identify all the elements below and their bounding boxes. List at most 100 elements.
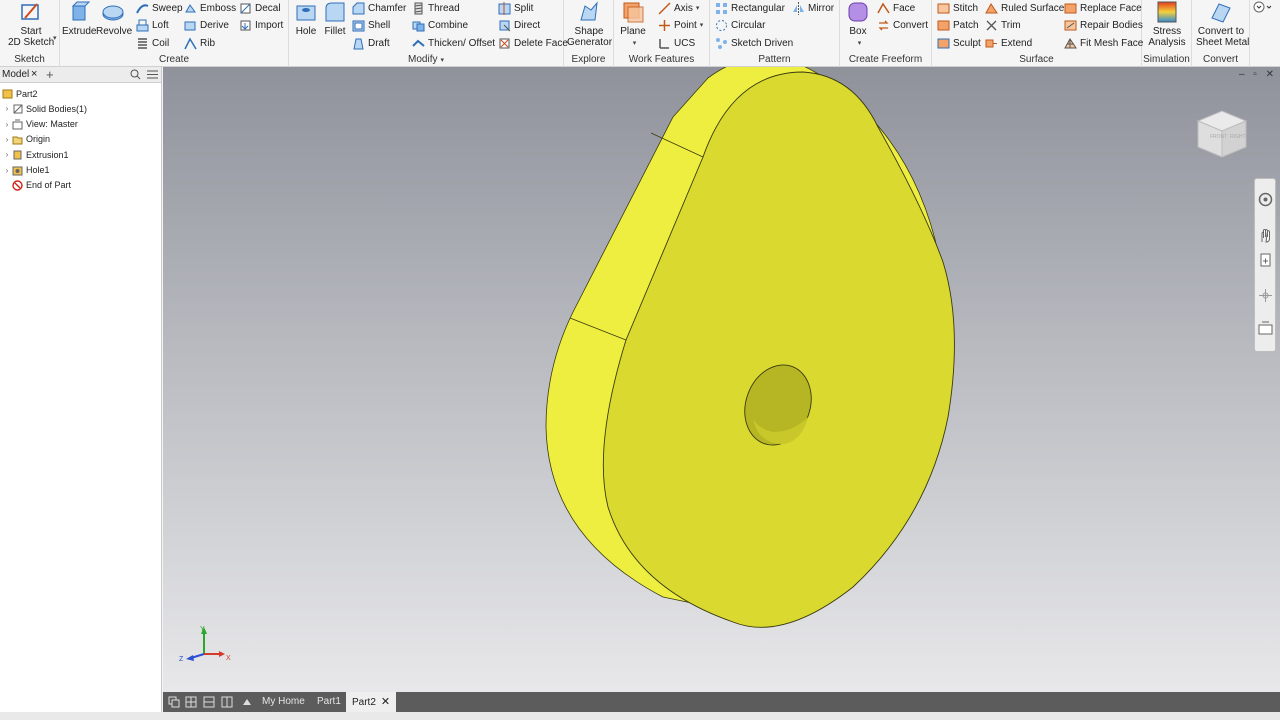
ucs-button[interactable]: UCS: [658, 35, 695, 51]
convert-freeform-button[interactable]: Convert: [877, 17, 928, 33]
import-button[interactable]: Import: [239, 17, 283, 33]
shape-generator-button[interactable]: Shape Generator: [567, 0, 612, 48]
rectangular-pattern-button[interactable]: Rectangular: [715, 0, 785, 16]
draft-button[interactable]: Draft: [352, 35, 390, 51]
steering-wheel-icon[interactable]: [1258, 192, 1273, 207]
pan-hand-icon[interactable]: [1258, 228, 1273, 243]
chevron-down-icon[interactable]: ▾: [53, 34, 57, 42]
combine-label: Combine: [428, 19, 469, 31]
menu-icon[interactable]: [147, 70, 158, 79]
combine-button[interactable]: Combine: [412, 17, 468, 33]
start-sketch-label-1: Start: [20, 26, 42, 37]
chevron-right-icon[interactable]: ›: [3, 166, 11, 175]
tree-item[interactable]: Part2: [1, 86, 38, 101]
tab-part1[interactable]: Part1: [311, 692, 347, 712]
close-icon[interactable]: ×: [31, 68, 37, 80]
tree-item[interactable]: › Solid Bodies(1): [3, 101, 87, 116]
chevron-right-icon[interactable]: ›: [3, 150, 11, 159]
convert-to-sheet-metal-button[interactable]: Convert to Sheet Metal: [1196, 0, 1249, 48]
cascade-windows-icon[interactable]: [168, 696, 180, 708]
chevron-right-icon[interactable]: ›: [3, 104, 11, 113]
mirror-button[interactable]: Mirror: [792, 0, 834, 16]
thread-button[interactable]: Thread: [412, 0, 460, 16]
fillet-button[interactable]: Fillet: [318, 0, 352, 37]
tree-item[interactable]: End of Part: [3, 178, 71, 193]
tree-item[interactable]: › View: Master: [3, 117, 78, 132]
chevron-right-icon[interactable]: ›: [3, 120, 11, 129]
ruled-surface-button[interactable]: Ruled Surface: [985, 0, 1064, 16]
delete-face-button[interactable]: Delete Face: [498, 35, 568, 51]
box-label: Box: [849, 26, 867, 37]
restore-icon[interactable]: ▫: [1253, 69, 1257, 80]
draft-label: Draft: [368, 37, 390, 49]
axis-button[interactable]: Axis ▾: [658, 0, 699, 16]
search-icon[interactable]: [130, 69, 141, 80]
create-freeform-panel-title: Create Freeform: [848, 54, 923, 65]
tree-item[interactable]: › Extrusion1: [3, 147, 69, 162]
tab-list-arrow-icon[interactable]: [241, 696, 253, 708]
patch-button[interactable]: Patch: [937, 17, 979, 33]
tile-windows-icon[interactable]: [185, 696, 197, 708]
tab-part1-label: Part1: [317, 696, 341, 707]
rib-button[interactable]: Rib: [184, 35, 215, 51]
revolve-button[interactable]: Revolve: [96, 0, 132, 37]
replace-face-button[interactable]: Replace Face: [1064, 0, 1142, 16]
sketch-panel: Start 2D Sketch ▾ Sketch: [0, 0, 60, 67]
tree-item[interactable]: › Hole1: [3, 163, 50, 178]
stitch-icon: [937, 3, 950, 13]
chevron-down-icon: ▾: [632, 40, 637, 47]
model-tab[interactable]: Model: [2, 69, 29, 80]
ucs-icon: [659, 38, 669, 49]
repair-bodies-button[interactable]: Repair Bodies: [1064, 17, 1143, 33]
chamfer-button[interactable]: Chamfer: [352, 0, 406, 16]
plane-button[interactable]: Plane ▾: [616, 0, 650, 48]
emboss-button[interactable]: Emboss: [184, 0, 236, 16]
coil-button[interactable]: Coil: [136, 35, 169, 51]
extrude-button[interactable]: Extrude: [62, 0, 96, 37]
close-icon[interactable]: ✕: [381, 696, 390, 708]
close-icon[interactable]: ✕: [1266, 69, 1274, 80]
fit-mesh-face-button[interactable]: Fit Mesh Face: [1064, 35, 1143, 51]
minimize-icon[interactable]: –: [1239, 69, 1245, 80]
loft-label: Loft: [152, 19, 169, 31]
start-2d-sketch-button[interactable]: Start 2D Sketch: [8, 0, 54, 48]
box-button[interactable]: Box ▾: [841, 0, 875, 48]
add-tab-icon[interactable]: +: [46, 67, 54, 82]
split-button[interactable]: Split: [498, 0, 533, 16]
tree-item[interactable]: › Origin: [3, 132, 50, 147]
stress-analysis-button[interactable]: Stress Analysis: [1145, 0, 1189, 48]
viewcube[interactable]: FRONT RIGHT: [1194, 105, 1250, 161]
graphics-viewport[interactable]: – ▫ ✕ FRONT RIGHT Y X Z: [163, 67, 1280, 692]
triad-z-label: Z: [179, 656, 184, 663]
shell-button[interactable]: Shell: [352, 17, 390, 33]
stress-analysis-label-2: Analysis: [1148, 37, 1186, 48]
ribbon-options-button[interactable]: [1253, 1, 1273, 16]
sketch-driven-pattern-button[interactable]: Sketch Driven: [715, 35, 793, 51]
tab-part2[interactable]: Part2 ✕: [346, 692, 397, 712]
tile-horizontal-icon[interactable]: [203, 696, 215, 708]
tab-my-home[interactable]: My Home: [256, 692, 311, 712]
hole-icon: [296, 5, 316, 21]
modify-panel-title[interactable]: Modify ▾: [289, 54, 563, 65]
trim-button[interactable]: Trim: [985, 17, 1021, 33]
view-face-icon[interactable]: [1258, 321, 1273, 336]
stitch-button[interactable]: Stitch: [937, 0, 978, 16]
zoom-icon[interactable]: [1258, 253, 1273, 268]
sweep-button[interactable]: Sweep: [136, 0, 183, 16]
extend-button[interactable]: Extend: [985, 35, 1032, 51]
derive-button[interactable]: Derive: [184, 17, 229, 33]
direct-button[interactable]: Direct: [498, 17, 540, 33]
loft-button[interactable]: Loft: [136, 17, 169, 33]
point-button[interactable]: Point ▾: [658, 17, 703, 33]
part-model[interactable]: [163, 67, 1280, 692]
tile-vertical-icon[interactable]: [221, 696, 233, 708]
sculpt-button[interactable]: Sculpt: [937, 35, 981, 51]
thicken-offset-button[interactable]: Thicken/ Offset: [412, 35, 495, 51]
circular-pattern-button[interactable]: Circular: [715, 17, 765, 33]
patch-label: Patch: [953, 19, 979, 31]
import-icon: [240, 20, 251, 30]
orbit-icon[interactable]: [1258, 288, 1273, 303]
face-button[interactable]: Face: [877, 0, 915, 16]
chevron-right-icon[interactable]: ›: [3, 135, 11, 144]
decal-button[interactable]: Decal: [239, 0, 281, 16]
